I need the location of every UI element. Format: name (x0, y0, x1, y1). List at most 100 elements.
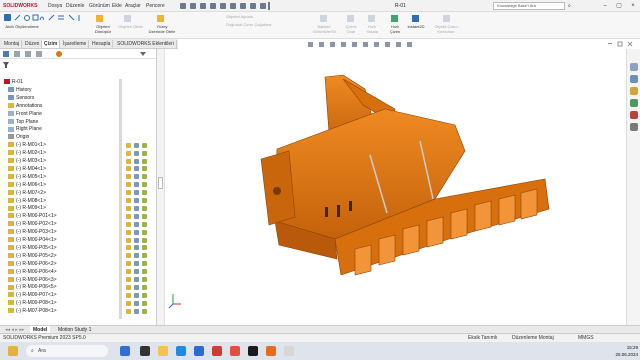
tree-folder-3[interactable]: Front Plane (8, 110, 42, 118)
component-row-4[interactable]: (-) R-M05<1> (8, 173, 46, 181)
appearances-scenes-icon[interactable] (630, 111, 638, 119)
tree-filter-row[interactable] (0, 60, 157, 69)
ribbon-label-convert[interactable]: Objeleri Dönüştür (90, 24, 116, 34)
menu-tools[interactable]: Araçlar (125, 2, 141, 10)
edge-icon[interactable] (176, 346, 186, 356)
tree-folder-5[interactable]: Right Plane (8, 125, 42, 133)
tree-scrollbar[interactable] (119, 79, 122, 319)
system-clock[interactable]: 15:29 25.06.2024 (596, 344, 638, 358)
chrome-icon[interactable] (230, 346, 240, 356)
component-row-8[interactable]: (-) R-M09<1> (8, 204, 46, 212)
ribbon-label-repair-sketch[interactable]: Çizimi Onar (342, 24, 360, 34)
view-palette-icon[interactable] (630, 99, 638, 107)
tree-folder-0[interactable]: History (8, 86, 32, 94)
custom-properties-icon[interactable] (630, 123, 638, 131)
repair-sketch-icon[interactable] (347, 15, 354, 22)
weather-icon[interactable] (8, 346, 18, 356)
component-row-2[interactable]: (-) R-M03<1> (8, 157, 46, 165)
component-row-10[interactable]: (-) R-M00-P02<1> (8, 220, 57, 228)
quick-access-toolbar[interactable] (180, 2, 270, 10)
ribbon-label-smart-dimension[interactable]: Akıllı Ölçülendirme (2, 24, 42, 29)
tab-markup[interactable]: İşaretleme (61, 40, 90, 48)
tree-folder-4[interactable]: Top Plane (8, 118, 38, 126)
settings-icon[interactable] (284, 346, 294, 356)
component-row-14[interactable]: (-) R-M00-P05<2> (8, 252, 57, 260)
component-row-5[interactable]: (-) R-M06<1> (8, 181, 46, 189)
resources-icon[interactable] (630, 63, 638, 71)
component-row-1[interactable]: (-) R-M02<1> (8, 149, 46, 157)
component-row-16[interactable]: (-) R-M00-P06<4> (8, 268, 57, 276)
panel-splitter[interactable] (157, 49, 165, 325)
camera-icon[interactable] (248, 346, 258, 356)
feature-manager-toolbar[interactable] (0, 49, 157, 59)
tab-layout[interactable]: Düzen (23, 40, 43, 48)
ribbon-label-rapid-sketch[interactable]: Hızlı Çizim (386, 24, 404, 34)
rotary-tiller-model[interactable] (165, 49, 626, 325)
window-controls-doc[interactable] (606, 41, 636, 49)
menu-view[interactable]: Görünüm (89, 2, 110, 10)
component-row-15[interactable]: (-) R-M00-P06<2> (8, 260, 57, 268)
menu-window[interactable]: Pencere (146, 2, 165, 10)
ribbon-label-linear-pattern[interactable]: Doğrusal Çizim Çoğaltma (226, 22, 286, 27)
quick-snaps-icon[interactable] (368, 15, 375, 22)
tree-folder-6[interactable]: Origin (8, 133, 29, 141)
component-row-20[interactable]: (-) R-M00-P08<1> (8, 299, 57, 307)
convert-entities-icon[interactable] (96, 15, 103, 22)
sketch-icon[interactable] (4, 14, 11, 21)
component-row-6[interactable]: (-) R-M07<2> (8, 189, 46, 197)
tree-folder-2[interactable]: Annotations (8, 102, 42, 110)
tree-folder-1[interactable]: Sensors (8, 94, 34, 102)
collapse-handle[interactable] (158, 177, 163, 189)
graphics-area[interactable] (165, 49, 626, 325)
sketch-entities-icon[interactable] (14, 14, 44, 21)
component-row-18[interactable]: (-) R-M00-P06<5> (8, 283, 57, 291)
component-row-3[interactable]: (-) R-M04<1> (8, 165, 46, 173)
file-explorer-taskbar-icon[interactable] (158, 346, 168, 356)
knowledge-base-search[interactable]: Knowledge Base'i Ara (493, 2, 565, 10)
ribbon-label-instant2d[interactable]: Instant2D (404, 24, 428, 29)
ribbon-label-offset[interactable]: Objeleri Ötele (118, 24, 143, 29)
offset-entities-icon[interactable] (124, 15, 131, 22)
sketch-tools-icon[interactable] (48, 14, 88, 21)
tab-sketch[interactable]: Çizim (42, 40, 61, 48)
component-row-0[interactable]: (-) R-M01<1> (8, 141, 46, 149)
store-icon[interactable] (194, 346, 204, 356)
menu-edit[interactable]: Düzenle (66, 2, 84, 10)
close-button[interactable]: × (626, 1, 640, 11)
component-row-13[interactable]: (-) R-M00-P05<1> (8, 244, 57, 252)
component-row-7[interactable]: (-) R-M08<1> (8, 197, 46, 205)
menu-insert[interactable]: Ekle (112, 2, 122, 10)
instant2d-icon[interactable] (412, 15, 419, 22)
task-view-icon[interactable] (140, 346, 150, 356)
solidworks-taskbar-icon[interactable] (212, 346, 222, 356)
component-row-17[interactable]: (-) R-M00-P06<3> (8, 276, 57, 284)
search-icon[interactable]: ⌕ (568, 3, 571, 9)
heads-up-view-toolbar[interactable] (308, 41, 428, 49)
tab-evaluate[interactable]: Hesapla (90, 40, 114, 48)
component-row-9[interactable]: (-) R-M00-P01<1> (8, 212, 57, 220)
taskbar-search[interactable]: Ara (26, 345, 108, 357)
menu-file[interactable]: Dosya (48, 2, 62, 10)
app-icon[interactable] (266, 346, 276, 356)
offset-surface-icon[interactable] (157, 15, 164, 22)
component-row-21[interactable]: (-) R-M07-P08<1> (8, 307, 57, 315)
rapid-sketch-icon[interactable] (391, 15, 398, 22)
maximize-button[interactable]: ▢ (612, 1, 626, 11)
shaded-contours-icon[interactable] (443, 15, 450, 22)
start-icon[interactable] (120, 346, 130, 356)
tree-root[interactable]: R-01 (4, 78, 23, 86)
ribbon-label-relations[interactable]: İlişkileri Görüntüle/Sil (309, 24, 339, 34)
ribbon-label-quick-snaps[interactable]: Hızlı Yakala (362, 24, 382, 34)
tab-assembly[interactable]: Montaj (2, 40, 23, 48)
design-library-icon[interactable] (630, 75, 638, 83)
ribbon-label-offset-on-surface[interactable]: Yüzey Üzerinde Ötele (148, 24, 176, 34)
ribbon-label-shaded-contours[interactable]: Ölçekli Çizim Konturları (430, 24, 462, 34)
component-row-11[interactable]: (-) R-M00-P03<1> (8, 228, 57, 236)
minimize-button[interactable]: – (598, 1, 612, 11)
file-explorer-icon[interactable] (630, 87, 638, 95)
component-row-19[interactable]: (-) R-M00-P07<1> (8, 291, 57, 299)
ribbon-label-mirror[interactable]: Objeleri Aynala (226, 14, 276, 19)
tab-addins[interactable]: SOLIDWORKS Eklentileri (115, 40, 177, 48)
component-row-12[interactable]: (-) R-M00-P04<1> (8, 236, 57, 244)
relations-icon[interactable] (320, 15, 327, 22)
